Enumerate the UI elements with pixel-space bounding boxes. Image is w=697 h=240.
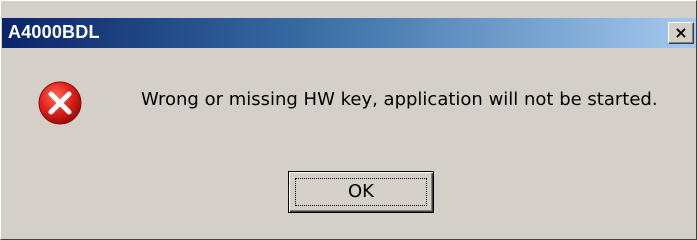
close-icon: × [674, 23, 688, 42]
dialog-body: Wrong or missing HW key, application wil… [1, 49, 696, 239]
error-message: Wrong or missing HW key, application wil… [141, 89, 658, 110]
error-dialog: A4000BDL × Wrong or missing HW key, appl… [0, 0, 697, 240]
ok-button[interactable]: OK [288, 171, 434, 213]
window-title: A4000BDL [8, 22, 100, 42]
title-bar[interactable]: A4000BDL × [2, 18, 696, 48]
ok-button-label: OK [348, 181, 374, 202]
error-icon [38, 81, 82, 125]
close-button[interactable]: × [668, 22, 694, 44]
